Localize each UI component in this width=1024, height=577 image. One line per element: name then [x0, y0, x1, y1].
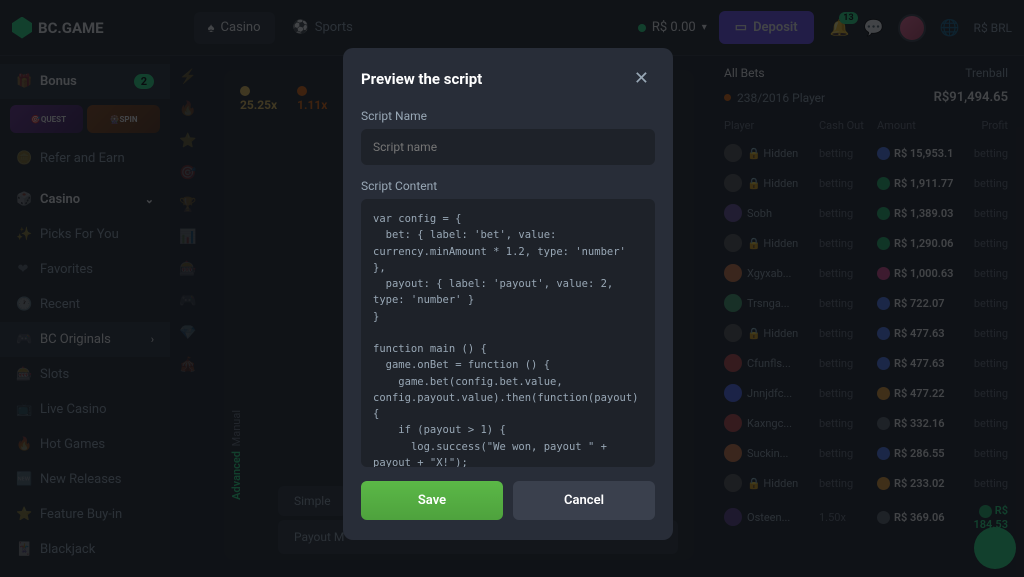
- script-content-textarea[interactable]: var config = { bet: { label: 'bet', valu…: [361, 199, 655, 467]
- script-name-label: Script Name: [361, 109, 655, 123]
- script-preview-modal: Preview the script ✕ Script Name Script …: [343, 48, 673, 540]
- modal-title: Preview the script: [361, 70, 482, 88]
- cancel-button[interactable]: Cancel: [513, 481, 655, 520]
- save-button[interactable]: Save: [361, 481, 503, 520]
- script-name-input[interactable]: [361, 129, 655, 165]
- close-button[interactable]: ✕: [628, 66, 655, 91]
- script-content-label: Script Content: [361, 179, 655, 193]
